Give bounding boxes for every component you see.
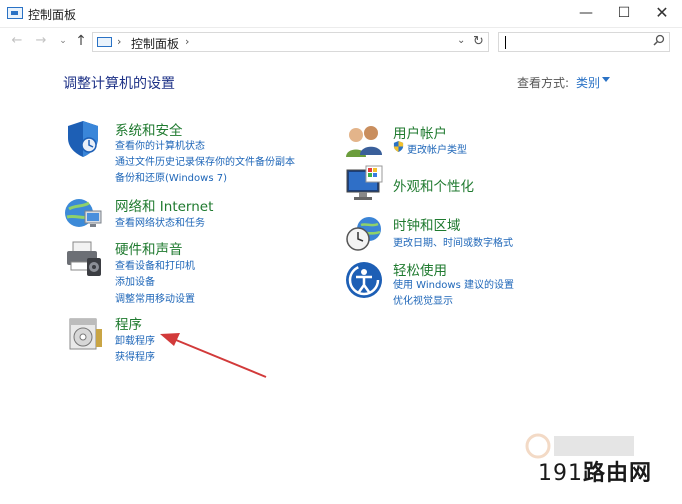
category-title-hardware-sound[interactable]: 硬件和声音 (115, 238, 183, 258)
breadcrumb-separator[interactable]: › (185, 35, 189, 48)
back-button[interactable]: ← (8, 32, 26, 50)
link-mobility-settings[interactable]: 调整常用移动设置 (115, 290, 195, 305)
link-view-computer-status[interactable]: 查看你的计算机状态 (115, 137, 205, 152)
category-title-network-internet[interactable]: 网络和 Internet (115, 195, 213, 215)
address-bar[interactable]: › 控制面板 › ⌄ ↻ (92, 32, 489, 52)
search-icon[interactable] (653, 34, 665, 49)
link-uninstall-program[interactable]: 卸载程序 (115, 332, 155, 347)
forward-button[interactable]: → (32, 32, 50, 50)
link-change-account-type[interactable]: 更改帐户类型 (407, 141, 467, 156)
link-windows-recommended-settings[interactable]: 使用 Windows 建议的设置 (393, 276, 514, 291)
breadcrumb-control-panel[interactable]: 控制面板 (131, 35, 179, 52)
link-file-history-backup[interactable]: 通过文件历史记录保存你的文件备份副本 (115, 153, 295, 168)
category-title-system-security[interactable]: 系统和安全 (115, 119, 183, 139)
search-input[interactable] (498, 32, 670, 52)
chevron-down-icon[interactable] (602, 77, 610, 82)
title-bar: 控制面板 — ☐ ✕ (0, 0, 682, 28)
link-view-network-status[interactable]: 查看网络状态和任务 (115, 214, 205, 229)
link-backup-restore-win7[interactable]: 备份和还原(Windows 7) (115, 169, 227, 184)
link-change-date-time-format[interactable]: 更改日期、时间或数字格式 (393, 234, 513, 249)
address-dropdown-button[interactable]: ⌄ (457, 35, 465, 46)
text-caret (505, 36, 506, 49)
category-title-programs[interactable]: 程序 (115, 313, 142, 333)
link-optimize-visual-display[interactable]: 优化视觉显示 (393, 292, 453, 307)
watermark-text: 191路由网 (538, 455, 652, 487)
navigation-bar: ← → ⌄ ↑ › 控制面板 › ⌄ ↻ (0, 28, 682, 56)
link-view-devices-printers[interactable]: 查看设备和打印机 (115, 257, 195, 272)
up-button[interactable]: ↑ (72, 32, 90, 50)
users-icon[interactable] (344, 121, 384, 161)
control-panel-icon (7, 7, 23, 19)
page-title: 调整计算机的设置 (63, 76, 175, 92)
watermark-number: 191 (538, 461, 583, 486)
recent-locations-button[interactable]: ⌄ (54, 32, 72, 50)
programs-disc-icon[interactable] (66, 313, 106, 353)
accessibility-icon[interactable] (344, 260, 384, 300)
link-get-programs[interactable]: 获得程序 (115, 348, 155, 363)
link-add-device[interactable]: 添加设备 (115, 273, 155, 288)
monitor-palette-icon[interactable] (344, 164, 384, 204)
watermark-site-name: 路由网 (583, 461, 653, 486)
close-button[interactable]: ✕ (643, 0, 681, 28)
maximize-button[interactable]: ☐ (605, 0, 643, 28)
network-globe-icon[interactable] (63, 193, 103, 233)
shield-icon[interactable] (63, 117, 103, 159)
printer-speaker-icon[interactable] (63, 238, 103, 278)
minimize-button[interactable]: — (567, 0, 605, 28)
category-title-clock-region[interactable]: 时钟和区域 (393, 214, 461, 234)
breadcrumb-separator[interactable]: › (117, 35, 121, 48)
view-by-label: 查看方式: (517, 76, 570, 90)
category-title-user-accounts[interactable]: 用户帐户 (393, 122, 447, 142)
control-panel-icon (97, 37, 112, 47)
clock-globe-icon[interactable] (344, 213, 384, 253)
window-title: 控制面板 (28, 8, 77, 22)
refresh-button[interactable]: ↻ (473, 34, 484, 49)
category-title-appearance[interactable]: 外观和个性化 (393, 175, 474, 195)
uac-shield-icon (393, 141, 404, 152)
view-by-dropdown[interactable]: 类别 (576, 74, 600, 91)
